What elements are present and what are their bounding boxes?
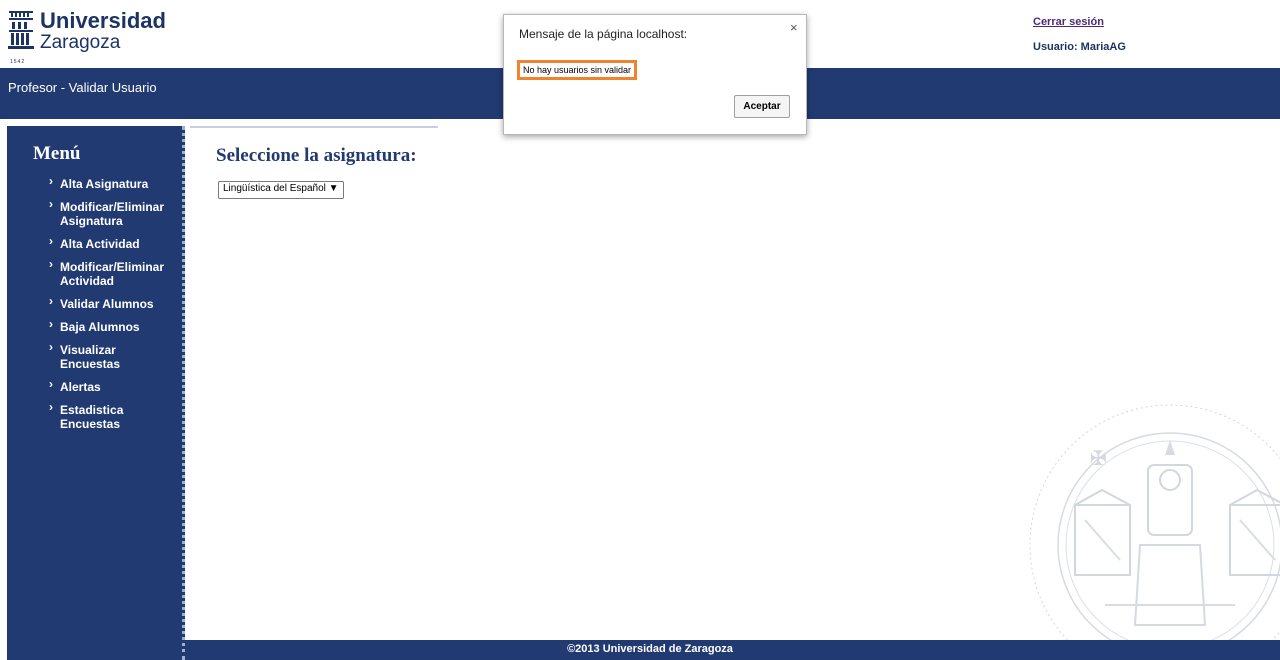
logo-name: Universidad (40, 8, 166, 33)
svg-text:✠: ✠ (1090, 448, 1107, 470)
chevron-right-icon: › (49, 174, 53, 188)
sidebar-item-baja-alumnos[interactable]: › Baja Alumnos (49, 317, 177, 334)
logout-link[interactable]: Cerrar sesión (1033, 16, 1126, 36)
chevron-right-icon: › (49, 340, 53, 354)
left-gutter (0, 119, 7, 660)
sidebar-item-label: Alta Actividad (60, 237, 140, 251)
logo-year: 1542 (10, 59, 26, 65)
page-footer: ©2013 Universidad de Zaragoza (185, 640, 1280, 660)
sidebar-item-estadistica-encuestas[interactable]: › Estadistica Encuestas (49, 400, 177, 431)
chevron-right-icon: › (49, 377, 53, 391)
user-area: Cerrar sesión Usuario: MariaAG (1033, 16, 1126, 53)
page-title: Profesor - Validar Usuario (8, 80, 157, 95)
chevron-right-icon: › (49, 294, 53, 308)
sidebar-item-label: Validar Alumnos (60, 297, 154, 311)
sidebar-item-alertas[interactable]: › Alertas (49, 377, 177, 394)
footer-copyright: ©2013 Universidad de Zaragoza (567, 643, 733, 655)
sidebar-item-visualizar-encuestas[interactable]: › Visualizar Encuestas (49, 340, 177, 371)
content-divider (190, 126, 438, 128)
sidebar-item-label: Baja Alumnos (60, 320, 140, 334)
sidebar-item-validar-alumnos[interactable]: › Validar Alumnos (49, 294, 177, 311)
close-icon[interactable]: × (790, 20, 798, 35)
sidebar-item-modificar-asignatura[interactable]: › Modificar/Eliminar Asignatura (49, 197, 177, 228)
subject-select[interactable]: Lingüística del Español ▼ (218, 181, 344, 199)
chevron-right-icon: › (49, 317, 53, 331)
sidebar-item-label: Alertas (60, 380, 101, 394)
sidebar-item-alta-asignatura[interactable]: › Alta Asignatura (49, 174, 177, 191)
logo-city: Zaragoza (40, 32, 121, 53)
sidebar-menu: Menú › Alta Asignatura › Modificar/Elimina… (7, 126, 185, 660)
dialog-message: No hay usuarios sin validar (517, 60, 638, 80)
menu-list: › Alta Asignatura › Modificar/Eliminar Asi… (49, 174, 177, 440)
alert-dialog: Mensaje de la página localhost: × No hay… (503, 14, 807, 135)
sidebar-item-label: Modificar/Eliminar Actividad (60, 260, 165, 288)
sidebar-item-modificar-actividad[interactable]: › Modificar/Eliminar Actividad (49, 257, 177, 288)
sidebar-item-alta-actividad[interactable]: › Alta Actividad (49, 234, 177, 251)
chevron-right-icon: › (49, 257, 53, 271)
sidebar-item-label: Alta Asignatura (60, 177, 149, 191)
sidebar-item-label: Modificar/Eliminar Asignatura (60, 200, 165, 228)
university-logo: 1542 Universidad Zaragoza (8, 8, 208, 65)
accept-button[interactable]: Aceptar (734, 95, 790, 118)
chevron-right-icon: › (49, 234, 53, 248)
chevron-right-icon: › (49, 400, 53, 414)
menu-title: Menú (33, 143, 81, 164)
sidebar-item-label: Estadistica Encuestas (60, 403, 124, 431)
dialog-title: Mensaje de la página localhost: (519, 27, 688, 41)
current-user-label: Usuario: MariaAG (1033, 41, 1126, 53)
content-title: Seleccione la asignatura: (216, 145, 417, 166)
sidebar-item-label: Visualizar Encuestas (60, 343, 121, 371)
chevron-right-icon: › (49, 197, 53, 211)
university-seal-watermark: ✠ (1029, 404, 1280, 645)
